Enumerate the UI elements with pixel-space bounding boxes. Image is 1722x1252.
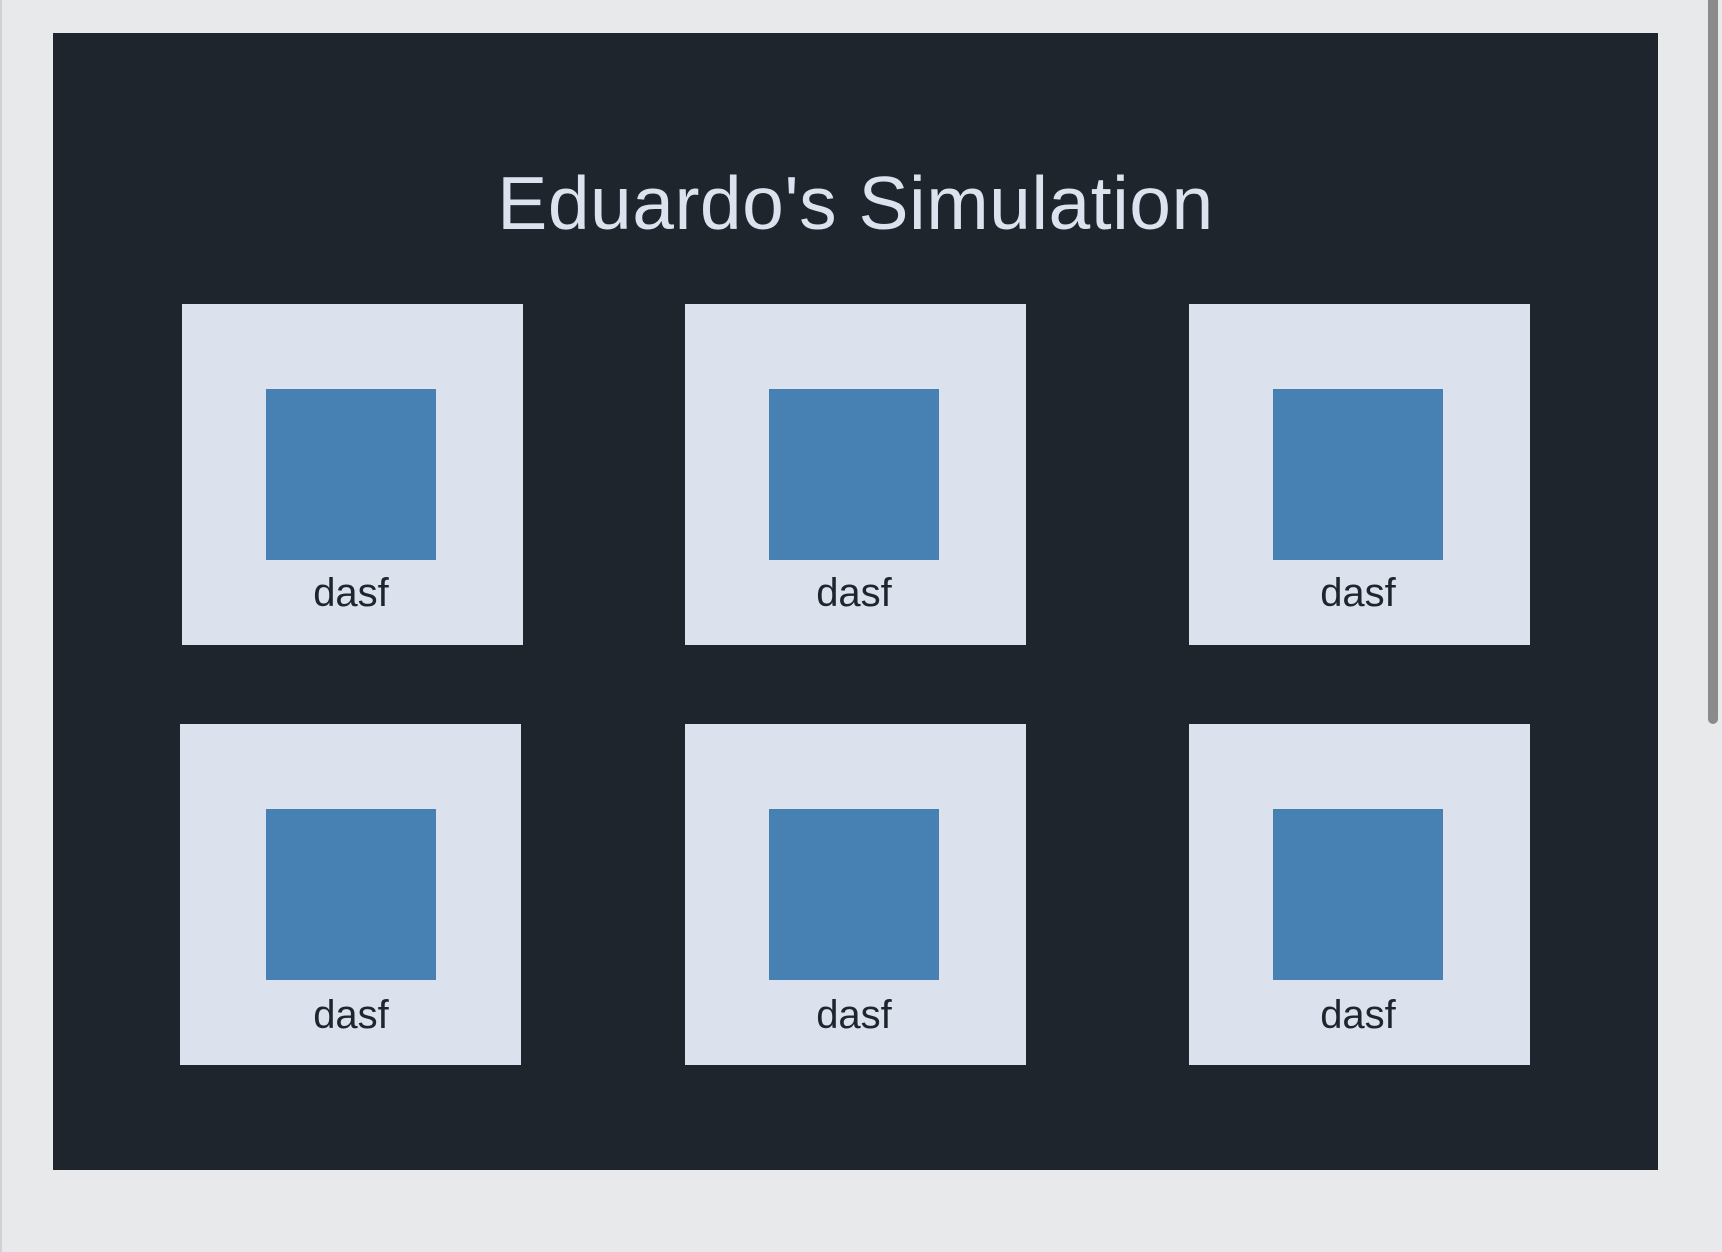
card-label: dasf <box>816 993 892 1037</box>
scrollbar-thumb[interactable] <box>1708 0 1718 724</box>
card-square <box>266 389 436 560</box>
page-title: Eduardo's Simulation <box>497 161 1214 245</box>
card-square <box>1273 389 1443 560</box>
simulation-panel: Eduardo's Simulation dasf dasf dasf dasf… <box>53 33 1658 1170</box>
simulation-card[interactable]: dasf <box>1189 304 1530 645</box>
vertical-scrollbar[interactable] <box>1704 0 1722 1252</box>
simulation-card[interactable]: dasf <box>685 724 1026 1065</box>
card-label: dasf <box>313 993 389 1037</box>
simulation-card[interactable]: dasf <box>1189 724 1530 1065</box>
card-square <box>769 389 939 560</box>
card-label: dasf <box>816 571 892 615</box>
card-label: dasf <box>313 571 389 615</box>
card-label: dasf <box>1320 571 1396 615</box>
card-square <box>769 809 939 980</box>
simulation-card[interactable]: dasf <box>180 724 521 1065</box>
simulation-card[interactable]: dasf <box>685 304 1026 645</box>
simulation-card[interactable]: dasf <box>182 304 523 645</box>
card-label: dasf <box>1320 993 1396 1037</box>
window-left-edge <box>0 0 2 1252</box>
card-square <box>1273 809 1443 980</box>
card-square <box>266 809 436 980</box>
